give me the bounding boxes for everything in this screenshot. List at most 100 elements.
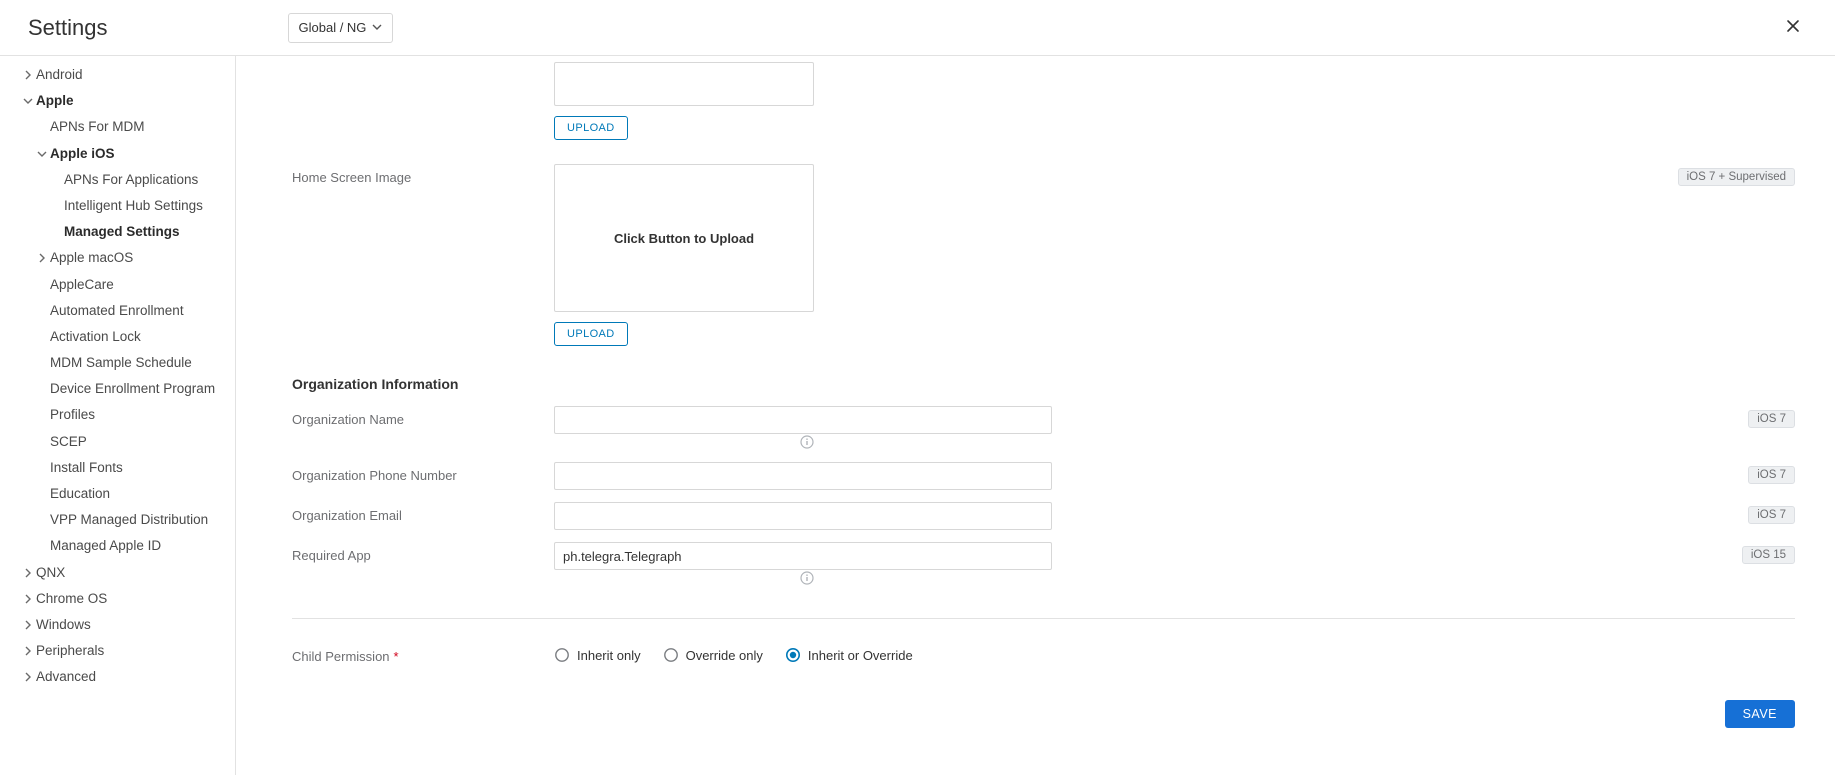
dropzone-placeholder-text: Click Button to Upload bbox=[614, 231, 754, 246]
sidebar-item[interactable]: Advanced bbox=[0, 664, 235, 690]
required-app-input[interactable] bbox=[554, 542, 1052, 570]
sidebar-item-label: Windows bbox=[36, 617, 91, 632]
sidebar-item[interactable]: Managed Settings bbox=[0, 219, 235, 245]
chevron-right-icon bbox=[34, 250, 50, 266]
radio-label: Inherit or Override bbox=[808, 648, 913, 663]
sidebar-item[interactable]: Apple macOS bbox=[0, 245, 235, 271]
requirement-badge: iOS 7 bbox=[1748, 506, 1795, 524]
home-screen-image-dropzone[interactable]: Click Button to Upload bbox=[554, 164, 814, 312]
sidebar-item-label: Android bbox=[36, 67, 83, 82]
chevron-down-icon bbox=[366, 20, 382, 35]
sidebar-item[interactable]: MDM Sample Schedule bbox=[0, 350, 235, 376]
requirement-badge: iOS 7 bbox=[1748, 466, 1795, 484]
sidebar-item[interactable]: Device Enrollment Program bbox=[0, 376, 235, 402]
requirement-badge: iOS 7 + Supervised bbox=[1678, 168, 1795, 186]
sidebar-item[interactable]: Managed Apple ID bbox=[0, 533, 235, 559]
sidebar-item-label: Activation Lock bbox=[50, 329, 141, 344]
sidebar-item[interactable]: VPP Managed Distribution bbox=[0, 507, 235, 533]
sidebar-item-label: Device Enrollment Program bbox=[50, 381, 215, 396]
sidebar-item-label: AppleCare bbox=[50, 277, 114, 292]
chevron-down-icon bbox=[34, 146, 50, 162]
sidebar-item[interactable]: Apple bbox=[0, 88, 235, 114]
org-email-input[interactable] bbox=[554, 502, 1052, 530]
sidebar-item[interactable]: Chrome OS bbox=[0, 586, 235, 612]
lock-screen-image-dropzone[interactable] bbox=[554, 62, 814, 106]
org-name-input[interactable] bbox=[554, 406, 1052, 434]
close-icon bbox=[1785, 18, 1801, 37]
sidebar-item[interactable]: Profiles bbox=[0, 402, 235, 428]
radio-unchecked-icon bbox=[663, 647, 679, 663]
sidebar-item[interactable]: Windows bbox=[0, 612, 235, 638]
sidebar-item[interactable]: Education bbox=[0, 481, 235, 507]
sidebar-item[interactable]: QNX bbox=[0, 560, 235, 586]
close-button[interactable] bbox=[1779, 14, 1807, 42]
required-app-label: Required App bbox=[292, 542, 554, 563]
scope-selector[interactable]: Global / NG bbox=[288, 13, 394, 43]
chevron-right-icon bbox=[20, 565, 36, 581]
radio-checked-icon bbox=[785, 647, 801, 663]
home-screen-image-upload-button[interactable]: UPLOAD bbox=[554, 322, 628, 346]
sidebar-item[interactable]: AppleCare bbox=[0, 272, 235, 298]
sidebar-item[interactable]: APNs For Applications bbox=[0, 167, 235, 193]
lock-screen-image-upload-button[interactable]: UPLOAD bbox=[554, 116, 628, 140]
sidebar-scroll[interactable]: Android Apple APNs For MDM Apple iOS APNs Fo… bbox=[0, 56, 235, 775]
chevron-right-icon bbox=[20, 643, 36, 659]
sidebar-item[interactable]: Install Fonts bbox=[0, 455, 235, 481]
sidebar-item-label: Advanced bbox=[36, 669, 96, 684]
sidebar-item[interactable]: Peripherals bbox=[0, 638, 235, 664]
sidebar-item[interactable]: Automated Enrollment bbox=[0, 298, 235, 324]
content-scroll[interactable]: UPLOAD Home Screen Image Click Button to… bbox=[236, 56, 1835, 775]
sidebar-item-label: QNX bbox=[36, 565, 65, 580]
home-screen-image-label: Home Screen Image bbox=[292, 164, 554, 185]
sidebar-item-label: Intelligent Hub Settings bbox=[64, 198, 203, 213]
sidebar-item-label: Install Fonts bbox=[50, 460, 123, 475]
chevron-right-icon bbox=[20, 669, 36, 685]
sidebar-item-label: Peripherals bbox=[36, 643, 104, 658]
sidebar-item-label: MDM Sample Schedule bbox=[50, 355, 192, 370]
chevron-right-icon bbox=[20, 67, 36, 83]
sidebar-item-label: Apple macOS bbox=[50, 250, 133, 265]
org-email-label: Organization Email bbox=[292, 502, 554, 523]
requirement-badge: iOS 15 bbox=[1742, 546, 1795, 564]
sidebar-item-label: VPP Managed Distribution bbox=[50, 512, 208, 527]
requirement-badge: iOS 7 bbox=[1748, 410, 1795, 428]
sidebar-item-label: Education bbox=[50, 486, 110, 501]
chevron-right-icon bbox=[20, 617, 36, 633]
sidebar-item-label: APNs For MDM bbox=[50, 119, 145, 134]
radio-label: Inherit only bbox=[577, 648, 641, 663]
page-title: Settings bbox=[28, 15, 108, 41]
info-icon[interactable] bbox=[799, 434, 815, 450]
child-permission-radiogroup: Inherit only Override only bbox=[554, 643, 913, 663]
chevron-right-icon bbox=[20, 591, 36, 607]
org-phone-label: Organization Phone Number bbox=[292, 462, 554, 483]
save-button[interactable]: SAVE bbox=[1725, 700, 1795, 728]
radio-inherit-or-override[interactable]: Inherit or Override bbox=[785, 647, 913, 663]
sidebar-item[interactable]: Intelligent Hub Settings bbox=[0, 193, 235, 219]
sidebar-item[interactable]: Activation Lock bbox=[0, 324, 235, 350]
divider bbox=[292, 618, 1795, 619]
sidebar-item-label: SCEP bbox=[50, 434, 87, 449]
chevron-down-icon bbox=[20, 93, 36, 109]
sidebar-item-label: APNs For Applications bbox=[64, 172, 198, 187]
org-phone-input[interactable] bbox=[554, 462, 1052, 490]
sidebar-item[interactable]: Apple iOS bbox=[0, 141, 235, 167]
sidebar-item[interactable]: APNs For MDM bbox=[0, 114, 235, 140]
section-heading-org-info: Organization Information bbox=[292, 376, 1795, 392]
info-icon[interactable] bbox=[799, 570, 815, 586]
sidebar-item-label: Profiles bbox=[50, 407, 95, 422]
sidebar-item[interactable]: SCEP bbox=[0, 429, 235, 455]
sidebar-item[interactable]: Android bbox=[0, 62, 235, 88]
sidebar-item-label: Automated Enrollment bbox=[50, 303, 184, 318]
radio-override-only[interactable]: Override only bbox=[663, 647, 763, 663]
sidebar-item-label: Managed Apple ID bbox=[50, 538, 161, 553]
radio-label: Override only bbox=[686, 648, 763, 663]
org-name-label: Organization Name bbox=[292, 406, 554, 427]
sidebar-item-label: Managed Settings bbox=[64, 224, 180, 239]
sidebar-item-label: Apple iOS bbox=[50, 146, 115, 161]
settings-nav: Android Apple APNs For MDM Apple iOS APNs Fo… bbox=[0, 56, 235, 711]
radio-inherit-only[interactable]: Inherit only bbox=[554, 647, 641, 663]
child-permission-label: Child Permission* bbox=[292, 643, 554, 664]
sidebar-item-label: Chrome OS bbox=[36, 591, 107, 606]
sidebar-item-label: Apple bbox=[36, 93, 74, 108]
radio-unchecked-icon bbox=[554, 647, 570, 663]
